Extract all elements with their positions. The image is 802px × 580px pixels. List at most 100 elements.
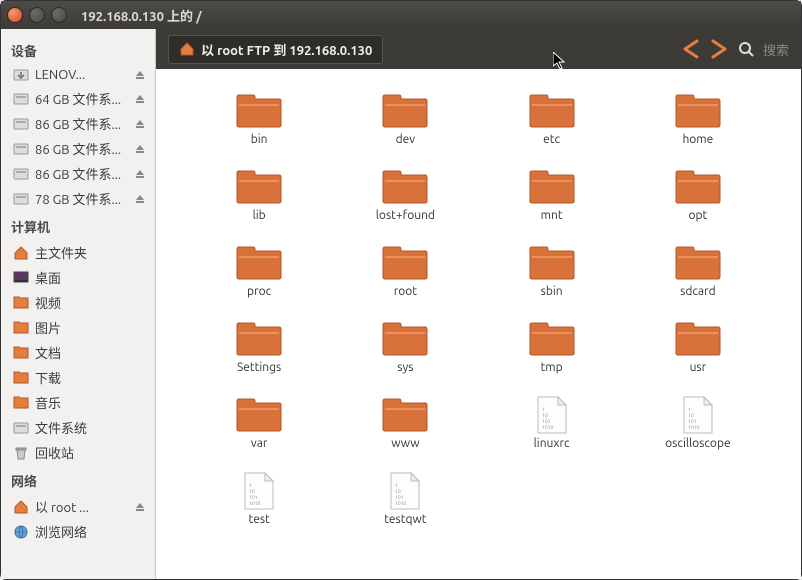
sidebar-item[interactable]: 文档	[1, 340, 155, 365]
sidebar-item[interactable]: 86 GB 文件系...	[1, 136, 155, 161]
sidebar-item-label: 以 root ...	[35, 497, 127, 516]
file-item[interactable]: test	[186, 469, 332, 545]
window-title: 192.168.0.130 上的 /	[81, 6, 202, 25]
sidebar-item-label: 音乐	[35, 393, 147, 412]
sidebar-item-label: 86 GB 文件系...	[35, 139, 127, 158]
folder-item[interactable]: tmp	[479, 317, 625, 393]
item-label: test	[249, 513, 270, 526]
sidebar-item[interactable]: 86 GB 文件系...	[1, 161, 155, 186]
eject-icon[interactable]	[133, 117, 147, 131]
folder-item[interactable]: Settings	[186, 317, 332, 393]
folder-item[interactable]: sdcard	[625, 241, 771, 317]
folder-item[interactable]: opt	[625, 165, 771, 241]
folder-item[interactable]: sbin	[479, 241, 625, 317]
folder-icon	[381, 395, 429, 435]
item-label: lib	[253, 209, 266, 222]
sidebar-item[interactable]: 桌面	[1, 265, 155, 290]
file-item[interactable]: oscilloscope	[625, 393, 771, 469]
sidebar-item-label: 86 GB 文件系...	[35, 164, 127, 183]
folder-item[interactable]: var	[186, 393, 332, 469]
drive-icon	[13, 91, 29, 107]
eject-icon[interactable]	[133, 167, 147, 181]
folder-item[interactable]: etc	[479, 89, 625, 165]
sidebar-item[interactable]: 下载	[1, 365, 155, 390]
search-button[interactable]	[737, 40, 755, 58]
textfile-icon	[680, 395, 716, 435]
sidebar-item[interactable]: 64 GB 文件系...	[1, 86, 155, 111]
home-icon	[13, 245, 29, 261]
sidebar-item[interactable]: 文件系统	[1, 415, 155, 440]
folder-item[interactable]: usr	[625, 317, 771, 393]
textfile-icon	[241, 471, 277, 511]
sidebar-item-label: 文件系统	[35, 418, 147, 437]
search-placeholder[interactable]: 搜索	[763, 40, 789, 59]
desktop-icon	[13, 270, 29, 286]
folder-item[interactable]: www	[332, 393, 478, 469]
item-label: usr	[690, 361, 707, 374]
eject-icon[interactable]	[133, 192, 147, 206]
item-label: mnt	[541, 209, 563, 222]
sidebar-item[interactable]: 音乐	[1, 390, 155, 415]
drive-icon	[13, 116, 29, 132]
sidebar-item[interactable]: LENOV...	[1, 64, 155, 86]
sidebar-item-label: 浏览网络	[35, 522, 147, 541]
sidebar-section-header: 网络	[1, 465, 155, 494]
eject-icon[interactable]	[133, 500, 147, 514]
item-label: sdcard	[680, 285, 716, 298]
item-label: tmp	[541, 361, 563, 374]
folder-item[interactable]: lib	[186, 165, 332, 241]
sidebar-item-label: 78 GB 文件系...	[35, 189, 127, 208]
window-close-button[interactable]	[7, 7, 23, 23]
location-bar[interactable]: 以 root FTP 到 192.168.0.130	[168, 35, 383, 64]
folder-icon	[674, 167, 722, 207]
titlebar: 192.168.0.130 上的 /	[1, 1, 801, 29]
folder-icon	[674, 91, 722, 131]
sidebar-item-label: 下载	[35, 368, 147, 387]
window-maximize-button[interactable]	[51, 7, 67, 23]
folder-item[interactable]: bin	[186, 89, 332, 165]
sidebar-item-label: 图片	[35, 318, 147, 337]
sidebar-item[interactable]: 视频	[1, 290, 155, 315]
folder-item[interactable]: root	[332, 241, 478, 317]
network-folder-icon	[179, 41, 195, 57]
item-label: etc	[543, 133, 560, 146]
nav-back-button[interactable]	[681, 37, 701, 61]
folder-item[interactable]: proc	[186, 241, 332, 317]
sidebar-item[interactable]: 浏览网络	[1, 519, 155, 544]
sidebar-item[interactable]: 以 root ...	[1, 494, 155, 519]
sidebar-item[interactable]: 86 GB 文件系...	[1, 111, 155, 136]
sidebar-item[interactable]: 78 GB 文件系...	[1, 186, 155, 211]
folder-item[interactable]: sys	[332, 317, 478, 393]
sidebar-item[interactable]: 主文件夹	[1, 240, 155, 265]
folder-item[interactable]: mnt	[479, 165, 625, 241]
videos-icon	[13, 295, 29, 311]
item-label: testqwt	[384, 513, 426, 526]
item-label: www	[391, 437, 419, 450]
sidebar-item[interactable]: 图片	[1, 315, 155, 340]
filesystem-icon	[13, 420, 29, 436]
folder-icon	[381, 243, 429, 283]
nav-forward-button[interactable]	[709, 37, 729, 61]
item-label: sys	[397, 361, 413, 374]
eject-icon[interactable]	[133, 68, 147, 82]
item-label: dev	[396, 133, 416, 146]
item-label: bin	[251, 133, 268, 146]
sidebar-item-label: 86 GB 文件系...	[35, 114, 127, 133]
eject-icon[interactable]	[133, 92, 147, 106]
item-label: proc	[247, 285, 271, 298]
sidebar-item[interactable]: 回收站	[1, 440, 155, 465]
item-label: oscilloscope	[665, 437, 730, 450]
file-item[interactable]: linuxrc	[479, 393, 625, 469]
eject-icon[interactable]	[133, 142, 147, 156]
network-folder-icon	[13, 499, 29, 515]
window-minimize-button[interactable]	[29, 7, 45, 23]
file-grid: bin dev etc home lib lost+found mnt opt proc root…	[156, 69, 801, 579]
file-item[interactable]: testqwt	[332, 469, 478, 545]
item-label: opt	[688, 209, 707, 222]
sidebar-item-label: 视频	[35, 293, 147, 312]
folder-item[interactable]: dev	[332, 89, 478, 165]
folder-item[interactable]: lost+found	[332, 165, 478, 241]
folder-item[interactable]: home	[625, 89, 771, 165]
sidebar-item-label: 主文件夹	[35, 243, 147, 262]
drive-icon	[13, 191, 29, 207]
